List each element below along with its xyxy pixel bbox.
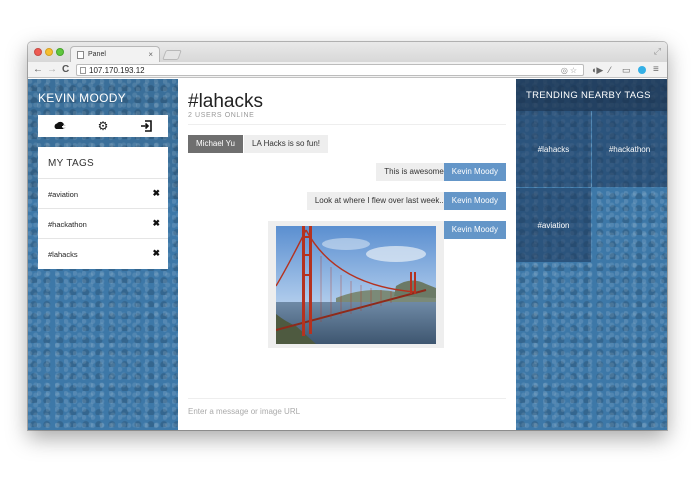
trending-tag-label: #aviation bbox=[537, 220, 570, 230]
cast-extension-icon[interactable]: ▭ bbox=[622, 64, 631, 76]
browser-tab[interactable]: Panel × bbox=[70, 46, 160, 62]
action-bar: ⚙ bbox=[38, 115, 168, 137]
fullscreen-icon[interactable]: ⤢ bbox=[654, 46, 661, 57]
tab-strip: Panel × ⤢ bbox=[28, 42, 667, 62]
trending-sidebar: TRENDING NEARBY TAGS #lahacks #hackathon… bbox=[516, 79, 667, 430]
forward-icon[interactable]: → bbox=[47, 63, 57, 77]
logout-button[interactable] bbox=[125, 115, 168, 137]
golden-gate-bridge-photo bbox=[276, 226, 436, 344]
tag-label: #aviation bbox=[48, 190, 79, 199]
address-bar[interactable]: 107.170.193.12 ◎☆ bbox=[76, 64, 584, 76]
menu-icon[interactable]: ≡ bbox=[653, 64, 659, 76]
minimize-window-button[interactable] bbox=[45, 48, 53, 56]
message-bubble: Look at where I flew over last week... bbox=[306, 192, 454, 210]
trending-tag-label: #lahacks bbox=[537, 144, 570, 154]
divider bbox=[188, 124, 506, 125]
trending-tag-tile[interactable]: #hackathon bbox=[592, 111, 667, 187]
input-divider bbox=[188, 398, 506, 399]
online-count: 2 USERS ONLINE bbox=[188, 112, 255, 119]
new-tab-button[interactable] bbox=[162, 50, 182, 60]
trending-heading: TRENDING NEARBY TAGS bbox=[516, 79, 667, 111]
page-icon bbox=[80, 67, 86, 74]
logout-icon bbox=[141, 120, 153, 132]
url-text: 107.170.193.12 bbox=[89, 66, 145, 75]
sender-badge[interactable]: Kevin Moody bbox=[443, 192, 506, 210]
profile-extension-icon[interactable] bbox=[638, 66, 646, 74]
settings-button[interactable]: ⚙ bbox=[81, 115, 124, 137]
room-title: #lahacks bbox=[188, 91, 263, 112]
message-bubble: LA Hacks is so fun! bbox=[244, 135, 329, 153]
remove-tag-icon[interactable]: ✖ bbox=[152, 248, 160, 259]
my-tag-item[interactable]: #hackathon ✖ bbox=[38, 209, 168, 239]
back-icon[interactable]: ← bbox=[33, 63, 43, 77]
sender-badge[interactable]: Michael Yu bbox=[188, 135, 243, 153]
my-tag-item[interactable]: #lahacks ✖ bbox=[38, 239, 168, 269]
chat-panel: #lahacks 2 USERS ONLINE Michael Yu LA Ha… bbox=[178, 79, 516, 430]
left-sidebar: KEVIN MOODY ⚙ MY TAGS #aviation ✖ #hacka… bbox=[28, 79, 178, 430]
page-icon bbox=[77, 51, 84, 59]
gear-icon: ⚙ bbox=[97, 119, 109, 133]
message-bubble: This is awesome! bbox=[376, 163, 454, 181]
zoom-window-button[interactable] bbox=[56, 48, 64, 56]
cloud-add-icon bbox=[54, 121, 66, 129]
browser-window: Panel × ⤢ ← → C 107.170.193.12 ◎☆ ◖▶ ⁄ ▭… bbox=[28, 42, 667, 430]
message-input[interactable] bbox=[188, 403, 506, 419]
eyedropper-extension-icon[interactable]: ⁄ bbox=[609, 64, 611, 76]
bookmark-star-icon[interactable]: ◎☆ bbox=[561, 65, 579, 76]
app-content: KEVIN MOODY ⚙ MY TAGS #aviation ✖ #hacka… bbox=[28, 79, 667, 430]
tag-label: #lahacks bbox=[48, 250, 78, 259]
user-name: KEVIN MOODY bbox=[38, 91, 126, 105]
tab-close-icon[interactable]: × bbox=[148, 50, 153, 59]
my-tags-panel: MY TAGS #aviation ✖ #hackathon ✖ #lahack… bbox=[38, 147, 168, 269]
trending-tag-tile[interactable]: #lahacks bbox=[516, 111, 591, 187]
remove-tag-icon[interactable]: ✖ bbox=[152, 188, 160, 199]
tag-label: #hackathon bbox=[48, 220, 87, 229]
image-message[interactable] bbox=[268, 221, 444, 348]
remove-tag-icon[interactable]: ✖ bbox=[152, 218, 160, 229]
sender-badge[interactable]: Kevin Moody bbox=[443, 163, 506, 181]
tab-title: Panel bbox=[88, 51, 106, 58]
browser-toolbar: ← → C 107.170.193.12 ◎☆ ◖▶ ⁄ ▭ ≡ bbox=[28, 62, 667, 78]
close-window-button[interactable] bbox=[34, 48, 42, 56]
my-tags-heading: MY TAGS bbox=[38, 147, 168, 179]
reload-icon[interactable]: C bbox=[62, 63, 69, 77]
add-tag-button[interactable] bbox=[38, 115, 81, 137]
audio-extension-icon[interactable]: ◖▶ bbox=[591, 64, 603, 76]
sender-badge[interactable]: Kevin Moody bbox=[443, 221, 506, 239]
trending-tag-tile[interactable]: #aviation bbox=[516, 188, 591, 262]
my-tag-item[interactable]: #aviation ✖ bbox=[38, 179, 168, 209]
trending-tag-label: #hackathon bbox=[608, 144, 651, 154]
